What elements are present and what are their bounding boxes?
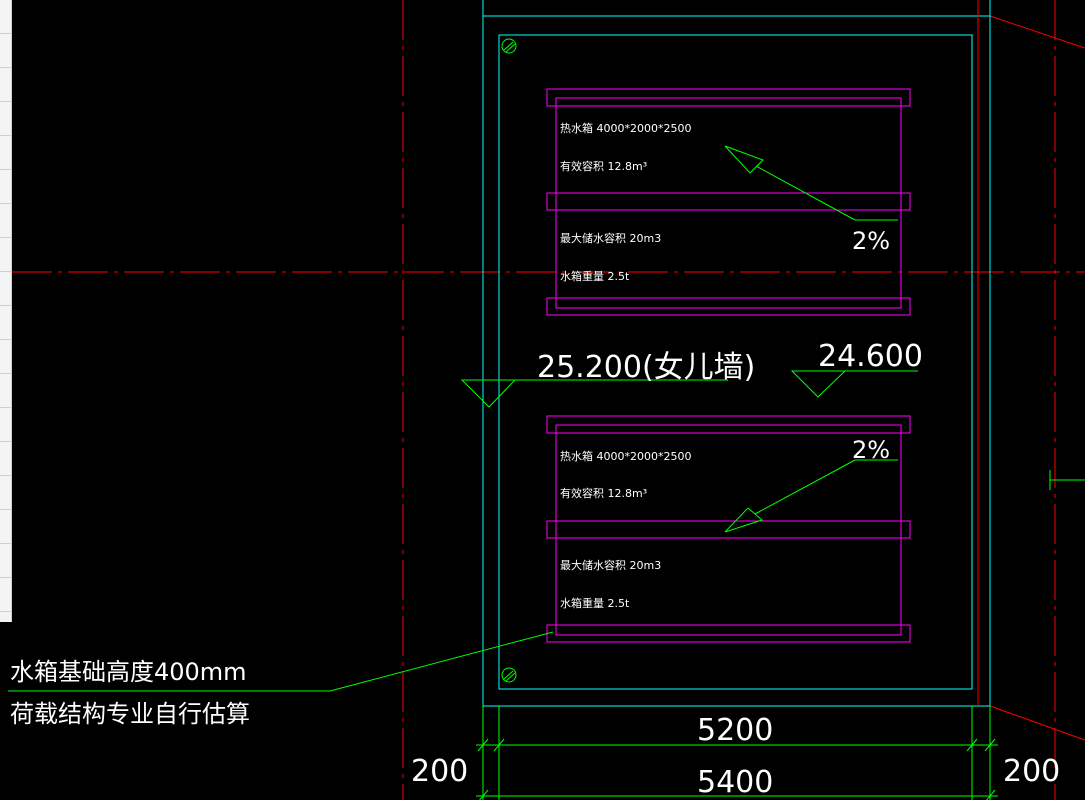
axis-diagonals bbox=[989, 15, 1085, 741]
elevation-roof-label: 24.600 bbox=[818, 339, 923, 374]
tank-lower-weight-label: 水箱重量 2.5t bbox=[560, 596, 630, 610]
elevation-triangle-icon bbox=[790, 370, 847, 398]
tank-lower-max-volume-label: 最大储水容积 20m3 bbox=[560, 558, 661, 572]
foundation-note-line2: 荷载结构专业自行估算 bbox=[10, 700, 250, 728]
drain-icon-hatch bbox=[503, 670, 514, 680]
tank-upper-size-label: 热水箱 4000*2000*2500 bbox=[560, 121, 691, 135]
tank-upper-max-volume-label: 最大储水容积 20m3 bbox=[560, 231, 661, 245]
slope-label-lower: 2% bbox=[852, 436, 890, 464]
tank-support-beam bbox=[546, 297, 911, 316]
tank-support-beam bbox=[546, 624, 911, 643]
axis-diagonal-bottom bbox=[989, 705, 1085, 741]
tank-lower-size-label: 热水箱 4000*2000*2500 bbox=[560, 449, 691, 463]
dimension-right-wall-label: 200 bbox=[1003, 754, 1060, 789]
dimension-inner-label: 5200 bbox=[697, 713, 773, 748]
arrow-head-icon bbox=[724, 507, 764, 533]
elevation-triangle-icon bbox=[460, 379, 517, 408]
tank-lower-volume-label: 有效容积 12.8m³ bbox=[560, 486, 647, 500]
arrow-shaft bbox=[754, 459, 856, 515]
tank-support-beam bbox=[546, 520, 911, 539]
elevation-marker-roof bbox=[790, 370, 918, 398]
elevation-parapet-label: 25.200(女儿墙) bbox=[537, 350, 755, 385]
dimension-left-wall-label: 200 bbox=[411, 754, 468, 789]
slope-label-upper: 2% bbox=[852, 227, 890, 255]
foundation-note-line1: 水箱基础高度400mm bbox=[10, 658, 247, 686]
slope-arrow-upper bbox=[724, 145, 898, 221]
tank-upper-volume-label: 有效容积 12.8m³ bbox=[560, 159, 647, 173]
drain-top bbox=[501, 38, 517, 54]
axis-diagonal-top bbox=[989, 15, 1085, 49]
cad-drawing-canvas[interactable]: 热水箱 4000*2000*2500 有效容积 12.8m³ 最大储水容积 20… bbox=[0, 0, 1085, 800]
drain-icon-hatch bbox=[503, 41, 514, 51]
note-leader-shaft bbox=[329, 631, 554, 692]
dimension-outer-label: 5400 bbox=[697, 765, 773, 800]
arrow-head-icon bbox=[724, 145, 764, 174]
tank-upper-weight-label: 水箱重量 2.5t bbox=[560, 269, 630, 283]
drain-bottom bbox=[501, 667, 517, 683]
tank-support-beam bbox=[546, 192, 911, 211]
